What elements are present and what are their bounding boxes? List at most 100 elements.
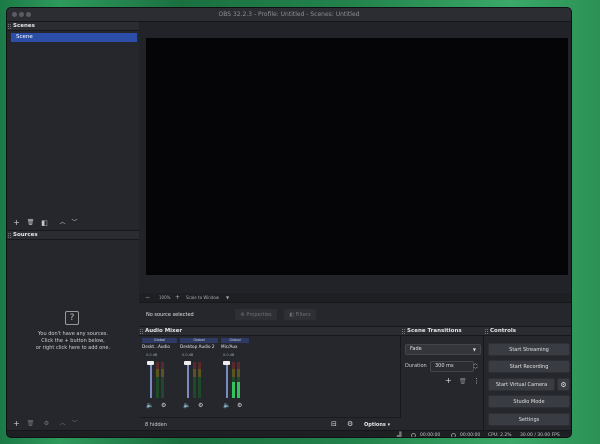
scenes-title: Scenes bbox=[13, 23, 35, 29]
transition-select[interactable]: Fade ▼ bbox=[405, 344, 481, 355]
gear-icon[interactable]: ⚙ bbox=[42, 420, 51, 428]
zoom-out-button[interactable]: − bbox=[145, 294, 150, 301]
channel-tag: Global bbox=[221, 338, 249, 343]
record-time: 00:00:00 bbox=[460, 433, 481, 438]
volume-fader-knob[interactable] bbox=[223, 361, 230, 365]
volume-fader-knob[interactable] bbox=[184, 361, 191, 365]
empty-line-2: Click the + button below, bbox=[41, 338, 105, 344]
chevron-down-icon: ▼ bbox=[472, 347, 476, 352]
channel-db: 0.0 dB bbox=[223, 353, 235, 357]
status-bar: ▟ 00:00:00 00:00:00 CPU: 2.2% 30.00 / 30… bbox=[7, 430, 571, 438]
scene-transitions-dock: Scene Transitions Fade ▼ Duration 300 ms… bbox=[401, 326, 484, 430]
start-streaming-button[interactable]: Start Streaming bbox=[488, 343, 570, 356]
channel-name-label: Desktop Audio 2 bbox=[180, 344, 215, 349]
speaker-icon[interactable]: 🔈 bbox=[146, 402, 153, 409]
controls-header[interactable]: Controls bbox=[484, 327, 571, 336]
record-status-icon bbox=[451, 433, 456, 437]
speaker-icon[interactable]: 🔈 bbox=[223, 402, 230, 409]
audio-mixer-header[interactable]: Audio Mixer bbox=[139, 327, 401, 336]
settings-icon[interactable]: ⚙ bbox=[237, 402, 242, 409]
preview-canvas[interactable] bbox=[146, 38, 568, 275]
up-arrow-icon[interactable]: ︿ bbox=[58, 420, 67, 428]
up-arrow-icon[interactable]: ︿ bbox=[58, 219, 67, 227]
duration-label: Duration bbox=[405, 363, 427, 369]
more-menu-icon[interactable]: ⋮ bbox=[473, 377, 480, 385]
volume-fader-track[interactable] bbox=[187, 362, 189, 398]
level-meter bbox=[161, 362, 164, 398]
controls-title: Controls bbox=[490, 328, 517, 334]
level-meter bbox=[237, 362, 240, 398]
zoom-in-button[interactable]: + bbox=[175, 294, 180, 301]
scenes-toolbar: + 🗑 ◧ ︿ ﹀ bbox=[7, 218, 139, 230]
properties-button[interactable]: ⚙ Properties bbox=[235, 309, 277, 320]
stepper-down-icon[interactable]: ﹀ bbox=[473, 366, 478, 373]
hidden-count[interactable]: 8 hidden bbox=[145, 422, 167, 428]
controls-dock: Controls Start Streaming Start Recording… bbox=[484, 326, 571, 430]
source-status: No source selected bbox=[146, 312, 194, 318]
scenes-dock: Scenes + 🗑 ◧ ︿ ﹀ bbox=[7, 22, 139, 230]
sources-header[interactable]: Sources bbox=[7, 231, 139, 240]
options-button[interactable]: Options ▾ bbox=[364, 422, 390, 428]
sources-dock: Sources ? You don't have any sources. Cl… bbox=[7, 230, 139, 430]
down-arrow-icon[interactable]: ﹀ bbox=[70, 420, 79, 428]
level-meter bbox=[198, 362, 201, 398]
settings-icon[interactable]: ⚙ bbox=[198, 402, 203, 409]
grip-icon bbox=[402, 329, 405, 334]
level-meter bbox=[232, 362, 235, 398]
advanced-audio-icon[interactable]: ⚙ bbox=[347, 420, 353, 428]
sources-empty-message[interactable]: You don't have any sources. Click the + … bbox=[7, 331, 139, 352]
down-arrow-icon[interactable]: ﹀ bbox=[70, 219, 79, 227]
scene-transitions-header[interactable]: Scene Transitions bbox=[401, 327, 484, 336]
level-meter bbox=[193, 362, 196, 398]
empty-line-3: or right click here to add one. bbox=[35, 345, 111, 351]
source-toolbar: No source selected ⚙ Properties ◧ Filter… bbox=[139, 302, 571, 326]
volume-fader-knob[interactable] bbox=[147, 361, 154, 365]
chevron-down-icon[interactable]: ▼ bbox=[226, 295, 229, 300]
network-icon: ▟ bbox=[397, 432, 402, 438]
trash-icon[interactable]: 🗑 bbox=[26, 219, 35, 227]
virtual-camera-settings-button[interactable]: ⚙ bbox=[557, 378, 570, 391]
fps-readout: 30.00 / 30.00 FPS bbox=[520, 433, 560, 438]
add-source-icon[interactable]: + bbox=[12, 420, 21, 428]
volume-fader-track[interactable] bbox=[150, 362, 152, 398]
channel-name[interactable]: Deskt...Audio bbox=[142, 344, 177, 350]
channel-name[interactable]: Mic/Aux bbox=[221, 344, 251, 350]
filter-icon[interactable]: ◧ bbox=[40, 219, 49, 227]
add-icon[interactable]: + bbox=[12, 219, 21, 227]
duration-input[interactable]: 300 ms bbox=[430, 361, 474, 372]
audio-mixer-title: Audio Mixer bbox=[145, 328, 183, 334]
add-transition-icon[interactable]: + bbox=[445, 376, 452, 385]
stream-status-icon bbox=[411, 433, 416, 437]
audio-mixer-dock: Audio Mixer Global Deskt...Audio 0.0 dB … bbox=[139, 326, 401, 431]
cpu-usage: CPU: 2.2% bbox=[488, 433, 512, 438]
start-virtual-camera-button[interactable]: Start Virtual Camera bbox=[488, 378, 555, 391]
layout-icon[interactable]: ⊟ bbox=[331, 420, 337, 428]
scenes-header[interactable]: Scenes bbox=[7, 22, 139, 31]
options-label: Options bbox=[364, 422, 386, 428]
zoom-mode[interactable]: Scale to Window bbox=[186, 295, 219, 300]
volume-fader-track[interactable] bbox=[226, 362, 228, 398]
channel-db: 0.0 dB bbox=[146, 353, 158, 357]
title-bar: OBS 32.2.3 - Profile: Untitled - Scenes:… bbox=[7, 8, 571, 22]
trash-icon[interactable]: 🗑 bbox=[26, 420, 35, 428]
scene-list-item[interactable]: Scene bbox=[11, 33, 137, 42]
settings-button[interactable]: Settings bbox=[488, 413, 570, 426]
trash-icon[interactable]: 🗑 bbox=[459, 378, 467, 385]
duration-value: 300 ms bbox=[435, 363, 454, 369]
window-title: OBS 32.2.3 - Profile: Untitled - Scenes:… bbox=[218, 11, 360, 18]
channel-name-label: Deskt...Audio bbox=[142, 344, 170, 349]
filters-label: Filters bbox=[295, 312, 311, 318]
stream-time: 00:00:00 bbox=[420, 433, 441, 438]
speaker-icon[interactable]: 🔈 bbox=[183, 402, 190, 409]
properties-label: Properties bbox=[246, 312, 272, 318]
start-recording-button[interactable]: Start Recording bbox=[488, 360, 570, 373]
channel-name-label: Mic/Aux bbox=[221, 344, 238, 349]
level-meter bbox=[156, 362, 159, 398]
studio-mode-button[interactable]: Studio Mode bbox=[488, 395, 570, 408]
filters-button[interactable]: ◧ Filters bbox=[284, 309, 316, 320]
channel-name[interactable]: Desktop Audio 2 bbox=[180, 344, 220, 350]
channel-tag: Global bbox=[180, 338, 218, 343]
zoom-bar: − 100% + Scale to Window ▼ bbox=[139, 293, 571, 302]
help-icon: ? bbox=[65, 311, 79, 325]
settings-icon[interactable]: ⚙ bbox=[161, 402, 166, 409]
